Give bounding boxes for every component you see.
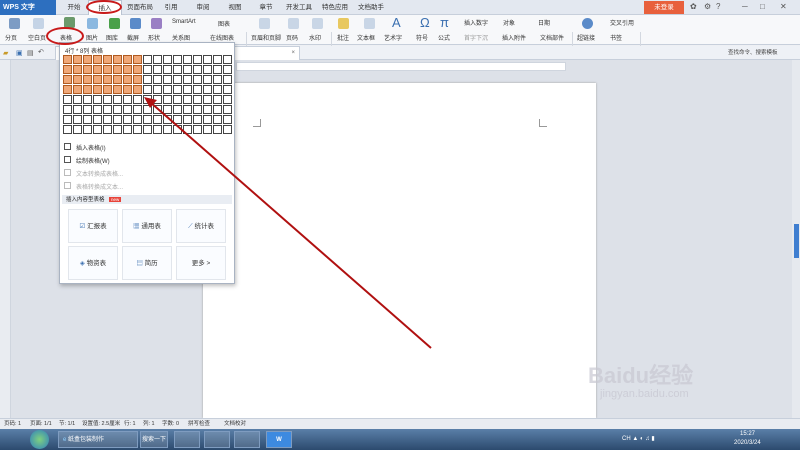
baidu-watermark: Baidu经验 [588,363,694,388]
taskbar-item-label: 纸盒包装制作 [68,437,105,443]
arrow-line [149,101,432,349]
ie-icon: e [63,437,67,443]
windows-taskbar: e 纸盒包装制作 搜索一下 W 15:27 2020/3/24 CH ▲ ◐ ♫… [0,429,800,450]
status-bar: 页码: 1 页面: 1/1 节: 1/1 设置值: 2.5厘米 行: 1 列: … [0,418,800,429]
wps-taskbar-icon[interactable]: W [266,431,292,448]
clock-time[interactable]: 15:27 [740,431,755,437]
taskbar-app-pinned-1[interactable] [174,431,200,448]
taskbar-app-pinned-3[interactable] [234,431,260,448]
status-section: 节: 1/1 [59,421,76,427]
status-pages: 页面: 1/1 [30,421,52,427]
status-page-num: 页码: 1 [4,421,22,427]
taskbar-browser-item[interactable]: e 纸盒包装制作 [58,431,138,448]
baidu-watermark-url: jingyan.baidu.com [600,388,689,400]
start-button[interactable] [30,430,49,449]
taskbar-search-item[interactable]: 搜索一下 [140,431,168,448]
tray-icons[interactable]: CH ▲ ◐ ♫ ▮ [622,435,655,442]
status-setting: 设置值: 2.5厘米 [82,421,121,427]
taskbar-app-pinned-2[interactable] [204,431,230,448]
status-wordcount[interactable]: 字数: 0 [162,419,179,429]
proofread-toggle[interactable]: 文档校对 [224,419,246,429]
clock-date[interactable]: 2020/3/24 [734,440,761,446]
spell-check-toggle[interactable]: 拼写检查 [188,419,210,429]
status-row: 行: 1 [124,421,136,427]
status-column: 列: 1 [143,421,155,427]
